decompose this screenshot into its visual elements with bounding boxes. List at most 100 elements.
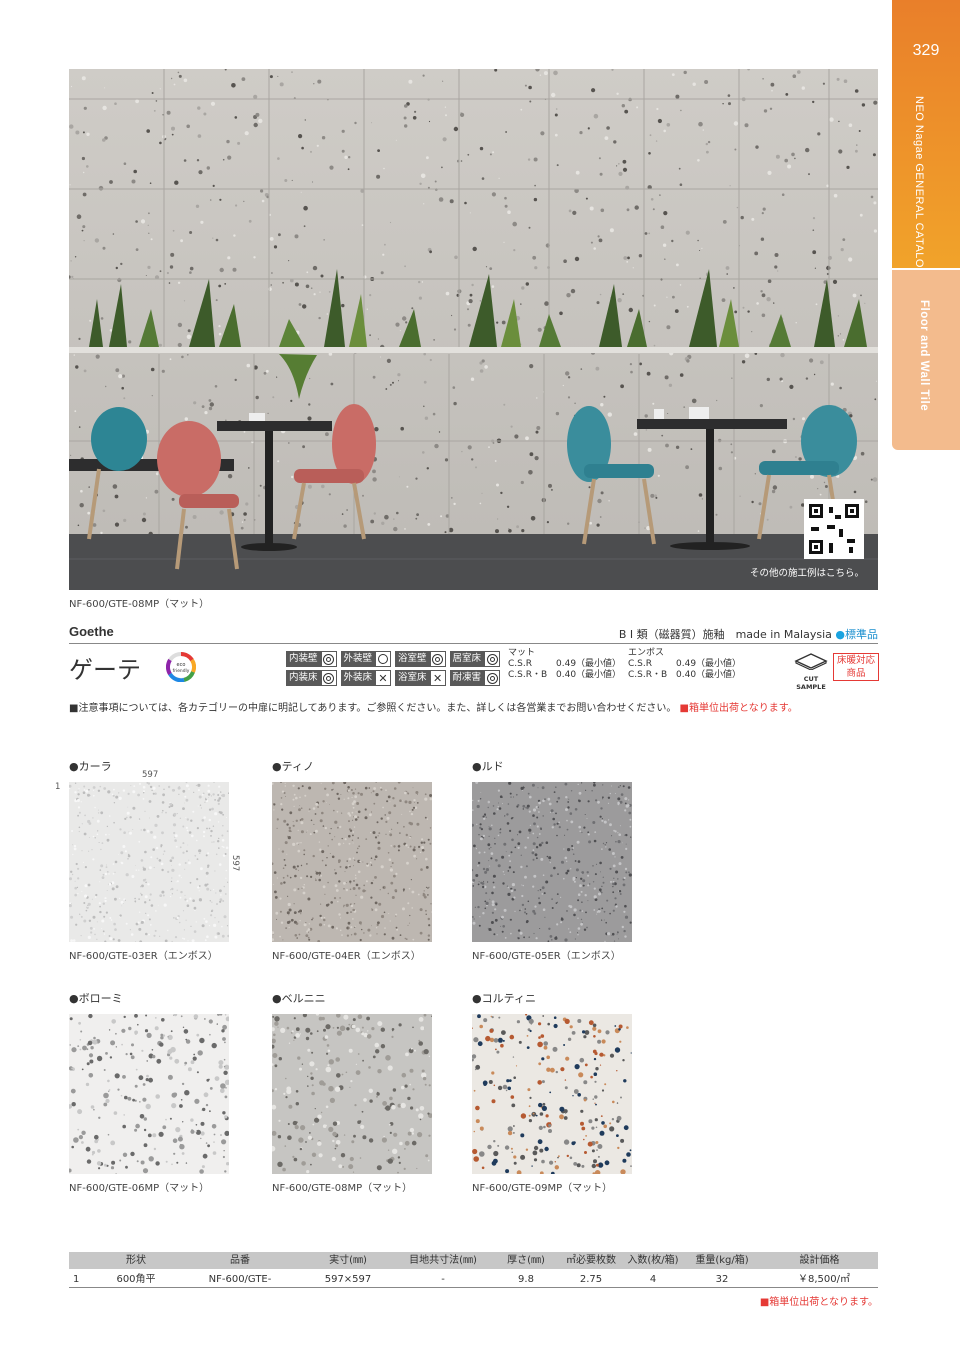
spec-header-cell bbox=[69, 1252, 95, 1269]
slip-emboss-title: エンボス bbox=[628, 648, 665, 658]
hero-illustration bbox=[69, 69, 878, 590]
spec-cell: 1 bbox=[73, 1274, 80, 1285]
double-circle-icon bbox=[320, 670, 337, 686]
usage-label: 内装床 bbox=[286, 670, 321, 686]
floor-heating-badge: 床暖対応 商品 bbox=[833, 653, 879, 681]
floor-heating-line1: 床暖対応 bbox=[836, 655, 875, 666]
cut-sample-badge: CUT SAMPLE bbox=[788, 652, 834, 691]
usage-cell: 耐凍害 bbox=[449, 670, 501, 686]
hero-photo: その他の施工例はこちら。 bbox=[69, 69, 878, 590]
usage-label: 外装床 bbox=[340, 670, 376, 686]
usage-cell: 内装床 bbox=[286, 670, 337, 686]
svg-text:friendly: friendly bbox=[173, 668, 190, 674]
sample-code: NF-600/GTE-09MP（マット） bbox=[472, 1183, 613, 1194]
cut-sample-icon bbox=[794, 653, 828, 671]
floor-heating-line2: 商品 bbox=[846, 668, 866, 679]
spec-cell: 600角平 bbox=[116, 1274, 156, 1285]
usage-cell: 浴室床 ✕ bbox=[395, 670, 446, 686]
spec-note: ■箱単位出荷となります。 bbox=[759, 1297, 878, 1308]
sample-name: ●コルティニ bbox=[472, 992, 536, 1005]
usage-label: 浴室壁 bbox=[395, 651, 430, 667]
terrazzo-texture bbox=[69, 782, 229, 942]
spec-cell: - bbox=[441, 1274, 445, 1285]
double-circle-icon bbox=[429, 651, 446, 667]
spec-table-header: 形状 品番 実寸(㎜) 目地共寸法(㎜) 厚さ(㎜) ㎡必要枚数 入数(枚/箱) 重量(kg/… bbox=[69, 1252, 878, 1269]
notice: ■注意事項については、各カテゴリーの中扉に明記してあります。ご参照ください。また… bbox=[69, 699, 798, 714]
catalog-tab bbox=[892, 0, 960, 268]
spec-cell: NF-600/GTE- bbox=[208, 1274, 272, 1285]
usage-label: 耐凍害 bbox=[449, 670, 485, 686]
qr-code bbox=[804, 499, 864, 559]
terrazzo-texture bbox=[272, 782, 432, 942]
usage-table: 内装壁 外装壁 浴室壁 居室床 内装床 外装床 ✕ 浴室床 ✕ 耐凍害 bbox=[286, 651, 504, 689]
product-meta: B I 類（磁器質）施釉 made in Malaysia ●標準品 bbox=[619, 626, 878, 642]
notice-text: ■注意事項については、各カテゴリーの中扉に明記してあります。ご参照ください。また… bbox=[69, 703, 677, 714]
category-label: Floor and Wall Tile bbox=[918, 300, 930, 412]
sample-name: ●ベルニニ bbox=[272, 992, 326, 1005]
sample-swatch[interactable] bbox=[472, 782, 632, 942]
slip-key: C.S.R bbox=[508, 659, 532, 669]
cut-sample-label: CUT SAMPLE bbox=[796, 675, 826, 691]
sample-code: NF-600/GTE-08MP（マット） bbox=[272, 1183, 413, 1194]
spec-header-cell: 実寸(㎜) bbox=[329, 1255, 367, 1266]
slip-key: C.S.R bbox=[628, 659, 652, 669]
terrazzo-texture bbox=[472, 782, 632, 942]
qr-caption: その他の施工例はこちら。 bbox=[749, 568, 864, 579]
spec-header-cell: 目地共寸法(㎜) bbox=[409, 1255, 477, 1266]
spec-cell: 32 bbox=[715, 1274, 729, 1285]
sample-name: ●ボローミ bbox=[69, 992, 123, 1005]
sample-code: NF-600/GTE-05ER（エンボス） bbox=[472, 951, 621, 962]
double-circle-icon bbox=[484, 670, 501, 686]
terrazzo-texture bbox=[472, 1014, 632, 1174]
page-number: 329 bbox=[912, 42, 940, 59]
sample-name: ●カーラ bbox=[69, 760, 112, 773]
spec-cell: 4 bbox=[649, 1274, 657, 1285]
eco-friendly-icon: eco friendly bbox=[166, 652, 196, 682]
usage-cell: 外装壁 bbox=[340, 651, 392, 667]
sample-code: NF-600/GTE-03ER（エンボス） bbox=[69, 951, 218, 962]
spec-header-cell: 厚さ(㎜) bbox=[507, 1255, 545, 1266]
usage-label: 居室床 bbox=[449, 651, 485, 667]
dim-height: 597 bbox=[230, 855, 240, 872]
notice-red: ■箱単位出荷となります。 bbox=[679, 703, 798, 714]
slip-value: 0.49（最小値） bbox=[676, 659, 742, 669]
spec-header-cell: 設計価格 bbox=[799, 1255, 840, 1266]
spec-table-row: 1 600角平 NF-600/GTE- 597×597 - 9.8 2.75 4 32 ￥8,50… bbox=[69, 1271, 878, 1288]
sample-swatch[interactable] bbox=[69, 782, 229, 942]
double-circle-icon bbox=[484, 651, 501, 667]
sample-code: NF-600/GTE-04ER（エンボス） bbox=[272, 951, 421, 962]
product-spec: B I 類（磁器質）施釉 made in Malaysia bbox=[618, 628, 832, 641]
slip-key: C.S.R・B bbox=[508, 670, 548, 680]
spec-cell: 597×597 bbox=[324, 1274, 372, 1285]
cross-icon: ✕ bbox=[375, 670, 392, 686]
sample-swatch[interactable] bbox=[272, 782, 432, 942]
slip-resistance-emboss: エンボス C.S.R 0.49（最小値） C.S.R・B 0.40（最小値） bbox=[628, 648, 741, 681]
spec-cell: ￥8,500/㎡ bbox=[798, 1274, 850, 1285]
usage-cell: 内装壁 bbox=[286, 651, 337, 667]
terrazzo-texture bbox=[272, 1014, 432, 1174]
double-circle-icon bbox=[320, 651, 337, 667]
slip-value: 0.49（最小値） bbox=[556, 659, 622, 669]
sample-swatch[interactable] bbox=[272, 1014, 432, 1174]
spec-cell: 2.75 bbox=[579, 1274, 603, 1285]
svg-text:eco: eco bbox=[177, 662, 186, 668]
sample-name: ●ルド bbox=[472, 760, 504, 773]
spec-header-cell: 入数(枚/箱) bbox=[627, 1255, 679, 1266]
terrazzo-texture bbox=[69, 1014, 229, 1174]
product-name-en: Goethe bbox=[69, 624, 114, 639]
sample-swatch[interactable] bbox=[472, 1014, 632, 1174]
usage-label: 外装壁 bbox=[340, 651, 376, 667]
usage-label: 内装壁 bbox=[286, 651, 321, 667]
sample-swatch[interactable] bbox=[69, 1014, 229, 1174]
standard-dot: ● bbox=[835, 628, 845, 641]
spec-header-cell: ㎡必要枚数 bbox=[566, 1255, 616, 1266]
sample-name: ●ティノ bbox=[272, 760, 314, 773]
usage-row-1: 内装壁 外装壁 浴室壁 居室床 bbox=[286, 651, 504, 667]
spec-header-cell: 重量(kg/箱) bbox=[695, 1255, 749, 1266]
header-rule bbox=[69, 643, 878, 644]
hero-caption: NF-600/GTE-08MP（マット） bbox=[69, 599, 210, 610]
spec-cell: 9.8 bbox=[518, 1274, 534, 1285]
usage-cell: 浴室壁 bbox=[395, 651, 446, 667]
slip-resistance-matte: マット C.S.R 0.49（最小値） C.S.R・B 0.40（最小値） bbox=[508, 648, 621, 681]
usage-cell: 居室床 bbox=[449, 651, 501, 667]
